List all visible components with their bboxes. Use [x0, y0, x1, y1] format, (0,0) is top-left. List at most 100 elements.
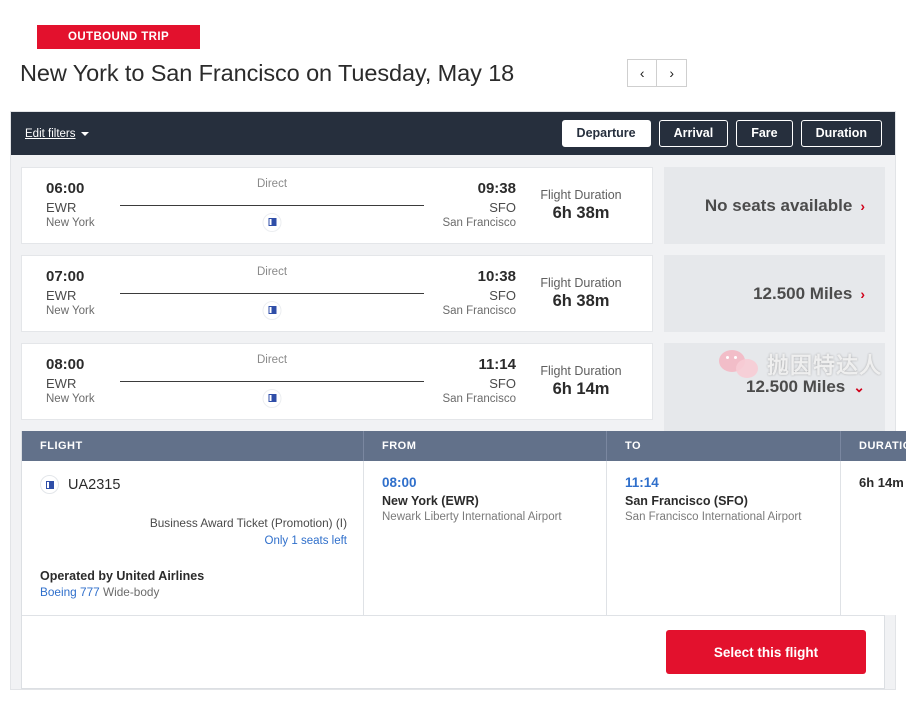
route-graphic-1: Direct [120, 175, 424, 237]
chevron-right-icon: › [860, 285, 865, 302]
sort-fare-button[interactable]: Fare [736, 120, 793, 147]
airline-logo-icon [262, 300, 282, 320]
price-panel-2[interactable]: 12.500 Miles › [664, 255, 885, 332]
arrival-city: San Francisco [442, 217, 516, 230]
airline-logo-icon [262, 212, 282, 232]
arrival-time: 09:38 [477, 180, 516, 198]
duration-value: 6h 14m [552, 379, 610, 398]
departure-airport-code: EWR [46, 376, 77, 392]
flight-row: 07:00 EWR New York Direct 10:38 SFO San … [21, 255, 885, 332]
price-label: No seats available [704, 195, 853, 215]
route-line [120, 204, 424, 206]
arrival-city: San Francisco [442, 305, 516, 318]
sort-departure-button[interactable]: Departure [561, 120, 651, 147]
select-this-flight-button[interactable]: Select this flight [666, 630, 866, 674]
results-panel: Edit filters Departure Arrival Fare Dura… [10, 111, 906, 690]
route-line [120, 380, 424, 382]
aircraft-info: Boeing 777 Wide-body [40, 585, 347, 599]
duration-info-1: Flight Duration 6h 38m [516, 187, 640, 225]
date-nav: ‹ › [627, 59, 688, 87]
previous-day-button[interactable]: ‹ [627, 59, 658, 87]
duration-label: Flight Duration [540, 187, 622, 202]
airline-logo-icon [262, 388, 282, 408]
flight-summary-2[interactable]: 07:00 EWR New York Direct 10:38 SFO San … [21, 255, 653, 332]
from-city: New York (EWR) [382, 494, 479, 508]
departure-city: New York [46, 393, 95, 406]
price-label: 12.500 Miles [746, 377, 846, 396]
arrival-info-2: 10:38 SFO San Francisco [438, 267, 516, 319]
from-airport: Newark Liberty International Airport [382, 511, 562, 523]
arrival-info-3: 11:14 SFO San Francisco [438, 355, 516, 407]
flight-summary-1[interactable]: 06:00 EWR New York Direct 09:38 SFO San … [21, 167, 653, 244]
departure-city: New York [46, 217, 95, 230]
operated-by: Operated by United Airlines [40, 569, 205, 583]
sort-arrival-button[interactable]: Arrival [658, 120, 729, 147]
route-graphic-3: Direct [120, 351, 424, 413]
fare-name: Business Award Ticket (Promotion) (I) [149, 516, 347, 530]
sort-buttons: Departure Arrival Fare Duration [561, 120, 882, 147]
price-panel-1[interactable]: No seats available › [664, 167, 885, 244]
flight-detail-panel: FLIGHT FROM TO DURATION UA2315 Business … [21, 349, 906, 689]
cell-from: 08:00 New York (EWR) Newark Liberty Inte… [363, 461, 607, 615]
route-graphic-2: Direct [120, 263, 424, 325]
duration-info-3: Flight Duration 6h 14m [516, 363, 640, 401]
table-row: UA2315 Business Award Ticket (Promotion)… [22, 461, 906, 615]
edit-filters-label: Edit filters [25, 127, 76, 140]
departure-info-2: 07:00 EWR New York [46, 267, 106, 319]
departure-city: New York [46, 305, 95, 318]
airline-logo-icon [40, 475, 59, 494]
duration-label: Flight Duration [540, 363, 622, 378]
duration-label: Flight Duration [540, 275, 622, 290]
cta-area: Select this flight 抛因特达人 [22, 349, 884, 688]
to-city: San Francisco (SFO) [625, 494, 748, 508]
header-row: New York to San Francisco on Tuesday, Ma… [10, 59, 906, 87]
price-panel-3[interactable]: 12.500 Miles ⌄ [664, 343, 885, 431]
arrival-info-1: 09:38 SFO San Francisco [438, 179, 516, 231]
duration-info-2: Flight Duration 6h 38m [516, 275, 640, 313]
flight-row: 08:00 EWR New York Direct 11:14 SFO San … [21, 343, 885, 431]
price-label: 12.500 Miles [753, 283, 853, 303]
aircraft-suffix: Wide-body [99, 585, 160, 599]
arrival-airport-code: SFO [489, 200, 516, 216]
arrival-time: 11:14 [478, 356, 516, 374]
column-header-flight: FLIGHT [22, 431, 364, 461]
filter-bar: Edit filters Departure Arrival Fare Dura… [11, 112, 895, 155]
from-time: 08:00 [382, 475, 417, 490]
edit-filters-button[interactable]: Edit filters [25, 128, 89, 140]
next-day-button[interactable]: › [657, 59, 688, 87]
to-time: 11:14 [625, 475, 659, 490]
to-airport: San Francisco International Airport [625, 511, 802, 523]
arrival-time: 10:38 [477, 268, 516, 286]
stops-label: Direct [256, 177, 288, 190]
sort-duration-button[interactable]: Duration [800, 120, 882, 147]
duration-value: 6h 38m [552, 203, 610, 222]
arrival-airport-code: SFO [489, 288, 516, 304]
arrival-airport-code: SFO [489, 376, 516, 392]
flight-number-row: UA2315 [40, 475, 347, 494]
duration-value: 6h 38m [552, 291, 610, 310]
route-line [120, 292, 424, 294]
aircraft-link[interactable]: Boeing 777 [40, 585, 100, 599]
cell-flight-info: UA2315 Business Award Ticket (Promotion)… [22, 461, 364, 615]
chevron-right-icon: › [860, 197, 865, 214]
page-title: New York to San Francisco on Tuesday, Ma… [20, 59, 515, 86]
departure-airport-code: EWR [46, 288, 77, 304]
page-header: OUTBOUND TRIP New York to San Francisco … [0, 0, 906, 87]
detail-table-body: UA2315 Business Award Ticket (Promotion)… [22, 461, 906, 615]
departure-time: 08:00 [46, 356, 85, 374]
flight-list: 06:00 EWR New York Direct 09:38 SFO San … [11, 167, 895, 431]
flight-detail-table: FLIGHT FROM TO DURATION UA2315 Business … [22, 431, 906, 615]
seats-left-notice: Only 1 seats left [264, 535, 347, 547]
departure-info-1: 06:00 EWR New York [46, 179, 106, 231]
departure-airport-code: EWR [46, 200, 77, 216]
column-header-duration: DURATION [840, 431, 906, 461]
detail-table-head: FLIGHT FROM TO DURATION [22, 431, 906, 461]
arrival-city: San Francisco [442, 393, 516, 406]
flight-number: UA2315 [68, 476, 121, 493]
column-header-to: TO [606, 431, 841, 461]
departure-info-3: 08:00 EWR New York [46, 355, 106, 407]
flight-summary-3[interactable]: 08:00 EWR New York Direct 11:14 SFO San … [21, 343, 653, 420]
cell-duration: 6h 14m [840, 461, 906, 615]
column-header-from: FROM [363, 431, 607, 461]
stops-label: Direct [256, 353, 288, 366]
